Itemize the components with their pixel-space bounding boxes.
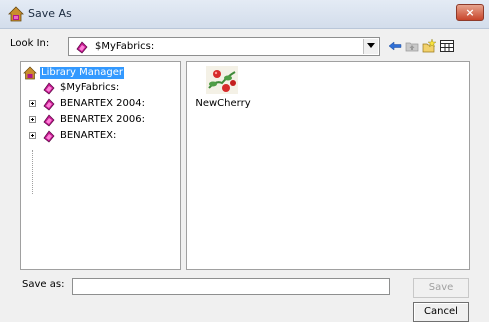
expand-plus-icon[interactable] <box>29 116 36 123</box>
fabric-thumbnail-icon <box>206 66 238 94</box>
close-button[interactable]: × <box>456 4 484 21</box>
fabric-folder-icon <box>42 113 56 127</box>
new-folder-icon[interactable] <box>422 38 437 53</box>
fabric-folder-icon <box>42 97 56 111</box>
look-in-label: Look In: <box>10 38 50 49</box>
save-button[interactable]: Save <box>413 278 469 298</box>
expand-plus-icon[interactable] <box>29 132 36 139</box>
close-icon: × <box>465 6 475 19</box>
fabric-folder-icon <box>42 81 56 95</box>
save-as-dialog: Save As × Look In: $MyFabrics: Library M… <box>0 0 489 322</box>
folder-tree[interactable]: Library Manager $MyFabrics: BENARTEX 200… <box>20 61 181 270</box>
tree-item-label: Library Manager <box>40 67 124 79</box>
chevron-down-icon[interactable] <box>363 39 378 54</box>
file-item-newcherry[interactable]: NewCherry <box>193 66 253 116</box>
back-arrow-icon[interactable] <box>388 39 402 53</box>
look-in-dropdown[interactable]: $MyFabrics: <box>68 37 380 56</box>
tree-item-label: BENARTEX: <box>60 130 117 141</box>
save-as-input[interactable] <box>72 278 390 295</box>
up-folder-icon[interactable] <box>405 39 419 53</box>
tree-item-label: BENARTEX 2004: <box>60 98 145 109</box>
look-in-value: $MyFabrics: <box>95 41 155 52</box>
tree-connector-line <box>32 150 33 194</box>
window-title: Save As <box>28 7 72 20</box>
title-bar[interactable]: Save As × <box>0 0 489 29</box>
library-house-icon <box>23 66 37 80</box>
cancel-button[interactable]: Cancel <box>413 302 469 322</box>
fabric-folder-icon <box>75 40 89 54</box>
tree-item-label: $MyFabrics: <box>60 82 120 93</box>
expand-plus-icon[interactable] <box>29 100 36 107</box>
file-item-label: NewCherry <box>195 98 251 109</box>
file-list[interactable]: NewCherry <box>186 61 470 270</box>
list-view-icon[interactable] <box>440 39 454 53</box>
app-house-icon <box>8 6 24 22</box>
tree-item-label: BENARTEX 2006: <box>60 114 145 125</box>
fabric-folder-icon <box>42 129 56 143</box>
save-as-label: Save as: <box>22 279 65 290</box>
